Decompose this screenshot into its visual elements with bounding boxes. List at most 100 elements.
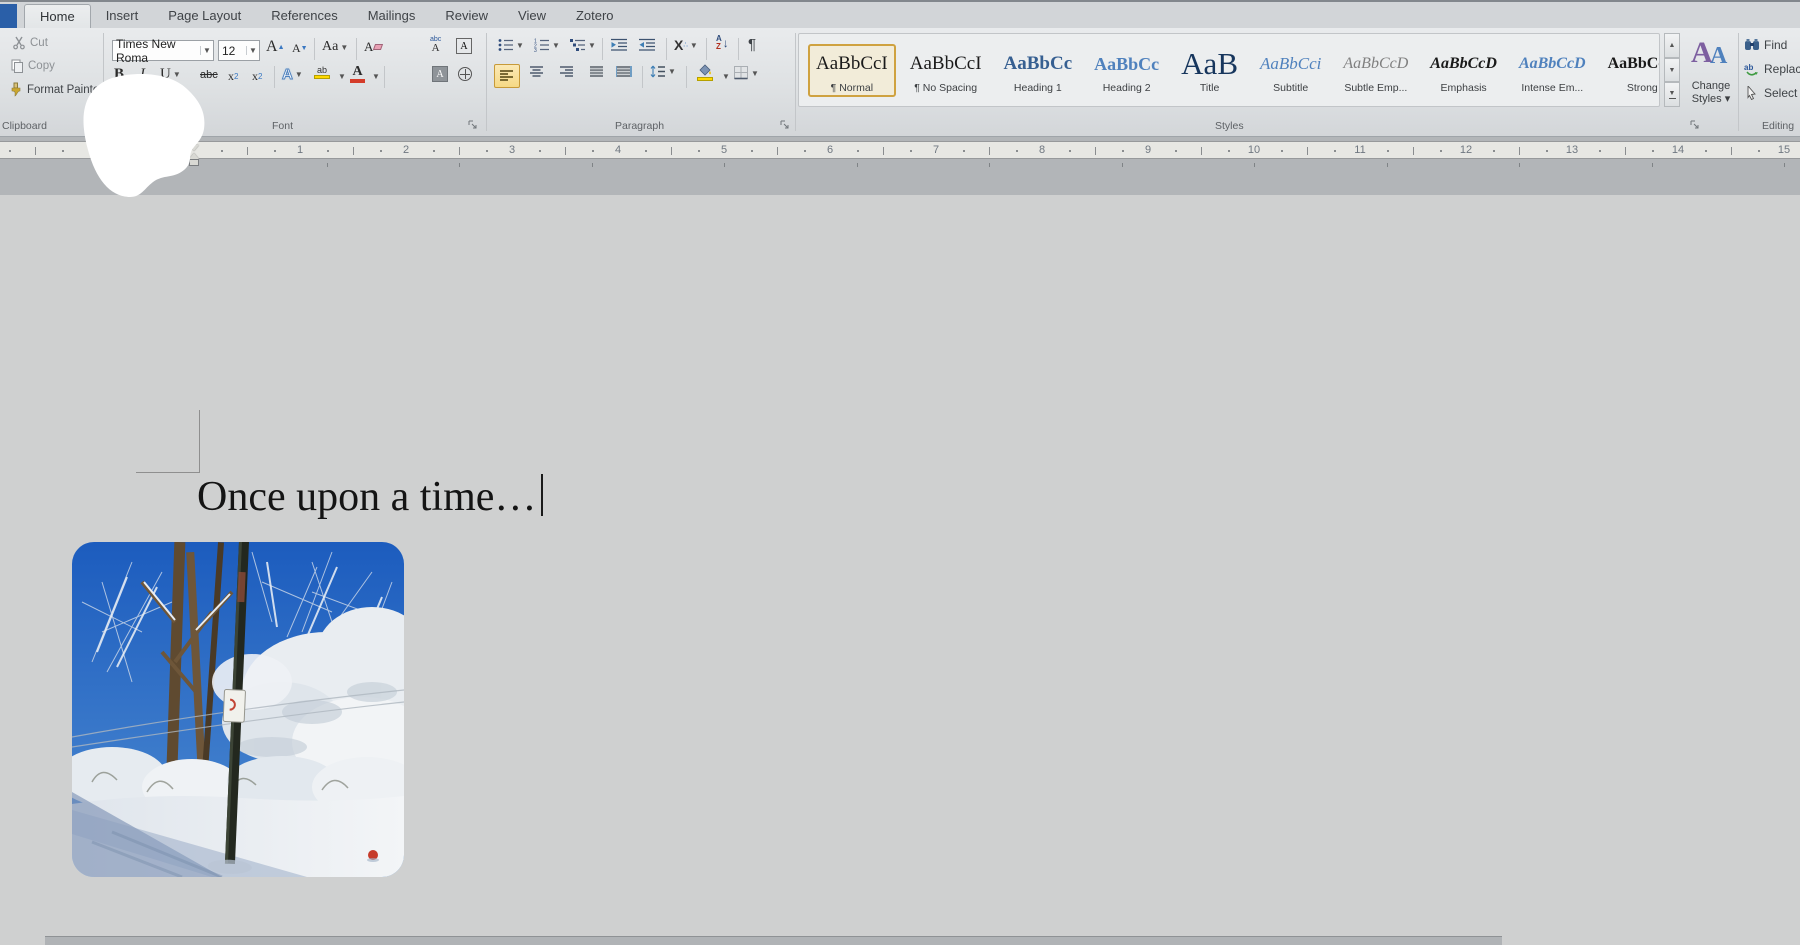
- paragraph-group-label: Paragraph: [615, 120, 664, 132]
- distributed-icon: [616, 66, 632, 78]
- chevron-down-icon[interactable]: ▼: [200, 46, 213, 55]
- tab-zotero[interactable]: Zotero: [561, 2, 629, 30]
- style-label: ¶ Normal: [816, 82, 888, 94]
- bottom-window-edge: [45, 936, 1502, 945]
- character-border-button[interactable]: A: [456, 38, 472, 54]
- asian-layout-button[interactable]: X ∴ ▼: [674, 37, 698, 53]
- replace-button[interactable]: ab Replace: [1744, 62, 1800, 76]
- justify-button[interactable]: [590, 66, 604, 78]
- bullets-button[interactable]: ▼: [498, 38, 524, 52]
- enclose-characters-button[interactable]: [458, 67, 472, 81]
- mini-divider: [686, 66, 687, 88]
- align-center-icon: [530, 66, 544, 78]
- superscript-button[interactable]: x 2: [252, 69, 262, 84]
- tab-view[interactable]: View: [503, 2, 561, 30]
- borders-button[interactable]: ▼: [734, 66, 759, 80]
- gallery-more-button[interactable]: ▼: [1664, 82, 1680, 107]
- decrease-indent-button[interactable]: [610, 38, 628, 52]
- font-size-combo[interactable]: 12 ▼: [218, 40, 260, 61]
- document-canvas[interactable]: Once upon a time…: [0, 195, 1800, 945]
- bold-button[interactable]: B: [114, 66, 124, 83]
- page-margin-corner: [136, 472, 200, 473]
- chevron-down-icon[interactable]: ▼: [722, 72, 730, 81]
- find-button[interactable]: Find: [1744, 38, 1787, 52]
- gallery-scroll-up-button[interactable]: ▲: [1664, 33, 1680, 58]
- ruler-tick: [1228, 150, 1230, 152]
- character-shading-button[interactable]: A: [432, 66, 448, 82]
- show-hide-pilcrow-button[interactable]: ¶: [748, 36, 756, 53]
- style-heading-2[interactable]: AaBbCcHeading 2: [1086, 44, 1167, 97]
- horizontal-ruler[interactable]: 123456789101112131415: [0, 141, 1800, 159]
- align-right-button[interactable]: [560, 66, 574, 78]
- tab-insert[interactable]: Insert: [91, 2, 154, 30]
- distributed-button[interactable]: [616, 66, 632, 78]
- left-indent-marker[interactable]: [189, 159, 199, 166]
- mini-divider: [602, 38, 603, 60]
- align-left-button[interactable]: [494, 64, 520, 88]
- underline-button[interactable]: U ▼: [160, 66, 181, 83]
- align-center-button[interactable]: [530, 66, 544, 78]
- change-styles-button[interactable]: AA Change Styles ▾: [1684, 34, 1738, 132]
- winter-photo[interactable]: [72, 542, 404, 877]
- sort-button[interactable]: A Z ↓: [716, 35, 729, 51]
- document-heading-text[interactable]: Once upon a time…: [197, 473, 543, 521]
- styles-dialog-launcher[interactable]: [1690, 120, 1701, 131]
- style-intense-em[interactable]: AaBbCcDIntense Em...: [1511, 44, 1594, 97]
- numbering-button[interactable]: 123 ▼: [534, 38, 560, 52]
- gallery-scroll-down-button[interactable]: ▼: [1664, 58, 1680, 83]
- shrink-font-button[interactable]: A ▼: [292, 41, 308, 56]
- ruler-tick: [1016, 150, 1018, 152]
- style-no-spacing[interactable]: AaBbCcI¶ No Spacing: [902, 44, 990, 97]
- tab-page-layout[interactable]: Page Layout: [153, 2, 256, 30]
- italic-button[interactable]: I: [140, 66, 145, 83]
- tab-review[interactable]: Review: [430, 2, 503, 30]
- phonetic-guide-button[interactable]: abc A: [430, 36, 441, 52]
- chevron-down-icon[interactable]: ▼: [246, 46, 259, 55]
- style-heading-1[interactable]: AaBbCcHeading 1: [996, 44, 1081, 97]
- ruler-number-9: 9: [1145, 144, 1151, 156]
- svg-text:3: 3: [534, 48, 537, 52]
- first-line-indent-marker[interactable]: [189, 145, 199, 151]
- copy-button[interactable]: Copy: [10, 59, 55, 73]
- chevron-down-icon: ▼: [295, 70, 303, 79]
- ruler-tick: [221, 150, 223, 152]
- ruler-tick: [1413, 147, 1414, 155]
- ruler-tick: [1122, 150, 1124, 152]
- font-dialog-launcher[interactable]: [468, 120, 479, 131]
- change-case-button[interactable]: Aa ▼: [322, 39, 348, 55]
- style-subtitle[interactable]: AaBbCciSubtitle: [1252, 44, 1329, 97]
- chevron-down-icon[interactable]: ▼: [372, 72, 380, 81]
- style-strong[interactable]: AaBbCcDStrong: [1600, 44, 1660, 97]
- tab-mailings[interactable]: Mailings: [353, 2, 431, 30]
- style-emphasis[interactable]: AaBbCcDEmphasis: [1422, 44, 1505, 97]
- paragraph-dialog-launcher[interactable]: [780, 120, 791, 131]
- font-color-button[interactable]: A: [350, 64, 365, 83]
- highlight-color-button[interactable]: ab: [314, 66, 330, 79]
- chevron-down-icon[interactable]: ▼: [338, 72, 346, 81]
- format-painter-button[interactable]: Format Painter: [8, 82, 103, 97]
- style-subtle-emp[interactable]: AaBbCcDSubtle Emp...: [1335, 44, 1416, 97]
- tab-home[interactable]: Home: [24, 4, 91, 30]
- cut-button[interactable]: Cut: [12, 36, 48, 50]
- font-size-value: 12: [219, 44, 246, 58]
- shading-button[interactable]: [696, 64, 714, 81]
- text-effects-button[interactable]: A ▼: [282, 66, 303, 83]
- clear-formatting-button[interactable]: A: [364, 39, 382, 55]
- page-margin-corner: [199, 410, 200, 472]
- styles-gallery: AaBbCcI¶ NormalAaBbCcI¶ No SpacingAaBbCc…: [798, 33, 1660, 107]
- style-normal[interactable]: AaBbCcI¶ Normal: [808, 44, 896, 97]
- font-color-bar: [350, 79, 365, 83]
- file-tab-sliver[interactable]: [0, 4, 17, 30]
- increase-indent-button[interactable]: [638, 38, 656, 52]
- line-spacing-button[interactable]: ▼: [650, 65, 676, 78]
- style-title[interactable]: AaBTitle: [1173, 44, 1246, 97]
- tab-stop-tick: [459, 163, 460, 167]
- font-name-combo[interactable]: Times New Roma ▼: [112, 40, 214, 61]
- select-button[interactable]: Select: [1744, 86, 1797, 100]
- multilevel-list-button[interactable]: ▼: [570, 38, 596, 52]
- tab-references[interactable]: References: [256, 2, 352, 30]
- grow-font-button[interactable]: A ▲: [266, 38, 285, 56]
- subscript-button[interactable]: x 2: [228, 69, 238, 84]
- strikethrough-button[interactable]: abc: [200, 69, 218, 81]
- style-label: Heading 1: [1004, 82, 1073, 94]
